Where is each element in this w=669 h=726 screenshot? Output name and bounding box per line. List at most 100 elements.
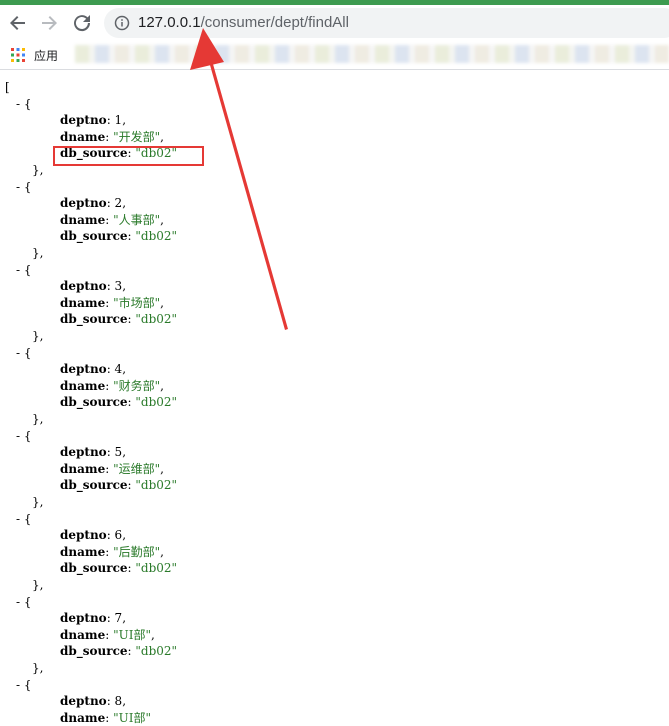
object-footer: }, — [32, 494, 43, 510]
back-button[interactable] — [6, 11, 30, 35]
reload-icon — [74, 15, 91, 32]
json-field-row: deptno: 4, — [60, 361, 126, 377]
json-field-row: deptno: 5, — [60, 444, 126, 460]
json-comma: , — [122, 362, 127, 377]
json-value-dname: "人事部" — [113, 212, 161, 227]
json-field-row: deptno: 2, — [60, 195, 126, 211]
json-comma: , — [122, 694, 127, 709]
info-icon[interactable] — [114, 15, 130, 31]
json-field-row: deptno: 8, — [60, 693, 126, 709]
json-key-dname: dname — [60, 461, 106, 476]
json-field-row: db_source: "db02" — [60, 477, 177, 493]
json-key-db-source: db_source — [60, 312, 128, 327]
json-colon: : — [106, 611, 115, 626]
object-header[interactable]: - { — [16, 428, 32, 444]
json-comma: , — [122, 445, 127, 460]
object-close-brace: }, — [32, 495, 44, 509]
object-footer: }, — [32, 328, 43, 344]
bookmarks-bar: 应用 — [0, 41, 669, 70]
json-colon: : — [106, 445, 115, 460]
url-path: /consumer/dept/findAll — [200, 14, 349, 31]
url-host: 127.0.0.1 — [138, 14, 201, 31]
object-open-brace: { — [20, 262, 32, 277]
json-key-deptno: deptno — [60, 528, 107, 543]
json-colon: : — [106, 196, 115, 211]
object-header[interactable]: - { — [16, 96, 32, 112]
object-open-brace: { — [20, 428, 32, 443]
json-value-dname: "UI部" — [113, 710, 151, 725]
json-comma: , — [160, 129, 164, 144]
json-comma: , — [160, 212, 164, 227]
json-field-row: dname: "人事部", — [60, 212, 164, 228]
json-open-line: [ — [5, 79, 10, 95]
json-key-dname: dname — [60, 129, 106, 144]
json-key-dname: dname — [60, 378, 106, 393]
json-open-bracket: [ — [5, 80, 10, 94]
object-header[interactable]: - { — [16, 677, 32, 693]
json-value-db-source: "db02" — [135, 561, 178, 576]
json-key-deptno: deptno — [60, 113, 107, 128]
back-arrow-icon — [10, 16, 25, 30]
object-open-brace: { — [20, 594, 32, 609]
json-key-deptno: deptno — [60, 196, 107, 211]
object-open-brace: { — [20, 345, 32, 360]
json-comma: , — [122, 279, 127, 294]
json-colon: : — [105, 544, 114, 559]
json-comma: , — [160, 378, 164, 393]
object-header[interactable]: - { — [16, 345, 32, 361]
forward-button[interactable] — [37, 11, 61, 35]
json-colon: : — [106, 279, 115, 294]
json-colon: : — [105, 212, 114, 227]
json-key-db-source: db_source — [60, 644, 128, 659]
json-value-db-source: "db02" — [135, 229, 178, 244]
json-field-row: dname: "开发部", — [60, 129, 164, 145]
json-field-row: dname: "运维部", — [60, 461, 164, 477]
object-close-brace: }, — [32, 163, 44, 177]
object-open-brace: { — [20, 511, 32, 526]
json-key-deptno: deptno — [60, 694, 107, 709]
object-close-brace: }, — [32, 246, 44, 260]
json-colon: : — [105, 627, 114, 642]
object-close-brace: }, — [32, 412, 44, 426]
json-value-dname: "运维部" — [113, 461, 161, 476]
json-field-row: deptno: 6, — [60, 527, 126, 543]
object-header[interactable]: - { — [16, 262, 32, 278]
object-header[interactable]: - { — [16, 594, 32, 610]
highlight-box — [53, 146, 204, 166]
json-key-db-source: db_source — [60, 478, 128, 493]
json-comma: , — [122, 113, 127, 128]
json-value-dname: "财务部" — [113, 378, 161, 393]
json-key-deptno: deptno — [60, 611, 107, 626]
blurred-bookmarks — [75, 45, 669, 63]
object-open-brace: { — [20, 179, 32, 194]
json-field-row: db_source: "db02" — [60, 228, 177, 244]
json-comma: , — [160, 295, 164, 310]
browser-toolbar: 127.0.0.1/consumer/dept/findAll — [0, 5, 669, 41]
object-footer: }, — [32, 660, 43, 676]
object-footer: }, — [32, 411, 43, 427]
object-open-brace: { — [20, 677, 32, 692]
object-header[interactable]: - { — [16, 179, 32, 195]
json-colon: : — [105, 295, 114, 310]
json-colon: : — [106, 362, 115, 377]
json-colon: : — [106, 528, 115, 543]
address-bar[interactable]: 127.0.0.1/consumer/dept/findAll — [104, 8, 669, 38]
json-field-row: dname: "财务部", — [60, 378, 164, 394]
json-value-dname: "UI部" — [113, 627, 151, 642]
json-field-row: db_source: "db02" — [60, 311, 177, 327]
json-colon: : — [105, 378, 114, 393]
json-comma: , — [160, 461, 164, 476]
json-key-db-source: db_source — [60, 229, 128, 244]
json-value-dname: "后勤部" — [113, 544, 161, 559]
json-value-db-source: "db02" — [135, 478, 178, 493]
json-value-db-source: "db02" — [135, 312, 178, 327]
object-close-brace: }, — [32, 661, 44, 675]
json-key-dname: dname — [60, 544, 106, 559]
apps-bookmark-label[interactable]: 应用 — [34, 47, 58, 64]
json-key-db-source: db_source — [60, 561, 128, 576]
object-footer: }, — [32, 577, 43, 593]
object-header[interactable]: - { — [16, 511, 32, 527]
json-field-row: deptno: 3, — [60, 278, 126, 294]
apps-grid-icon[interactable] — [11, 48, 25, 62]
reload-button[interactable] — [70, 11, 94, 35]
